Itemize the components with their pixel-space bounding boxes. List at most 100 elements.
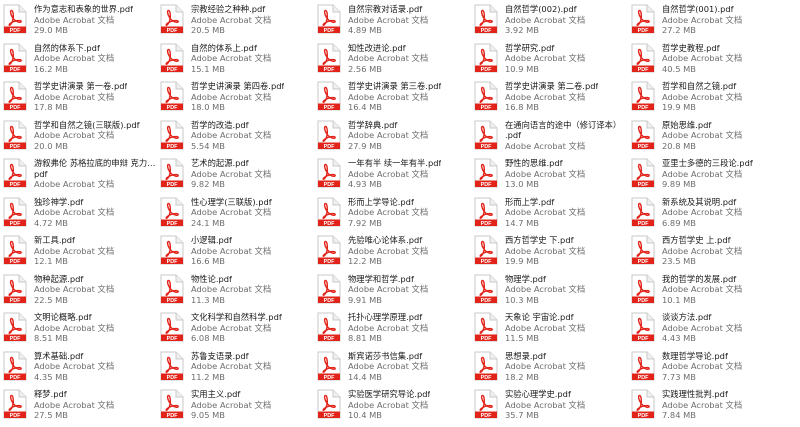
file-item[interactable]: PDF 实用主义.pdf Adobe Acrobat 文档 9.05 MB (159, 386, 316, 425)
file-item[interactable]: PDF 物理学.pdf Adobe Acrobat 文档 10.3 MB (473, 271, 630, 310)
svg-text:PDF: PDF (10, 375, 21, 381)
file-item[interactable]: PDF 知性改进论.pdf Adobe Acrobat 文档 2.56 MB (316, 40, 473, 79)
file-item[interactable]: PDF 苏鲁支语录.pdf Adobe Acrobat 文档 11.2 MB (159, 348, 316, 387)
file-item[interactable]: PDF 物理学和哲学.pdf Adobe Acrobat 文档 9.91 MB (316, 271, 473, 310)
file-item[interactable]: PDF 哲学史教程.pdf Adobe Acrobat 文档 40.5 MB (630, 40, 787, 79)
file-item[interactable]: PDF 实践理性批判.pdf Adobe Acrobat 文档 7.84 MB (630, 386, 787, 425)
svg-text:PDF: PDF (481, 221, 492, 227)
file-size: 10.9 MB (505, 63, 539, 74)
file-size: 14.7 MB (505, 217, 539, 228)
file-item[interactable]: PDF 哲学研究.pdf Adobe Acrobat 文档 10.9 MB (473, 40, 630, 79)
svg-text:PDF: PDF (167, 28, 178, 34)
file-item[interactable]: PDF 独珍神学.pdf Adobe Acrobat 文档 4.72 MB (2, 194, 159, 233)
file-size: 14.4 MB (348, 371, 382, 382)
file-item[interactable]: PDF 游叙弗伦 苏格拉底的申辩 克力同. pdf Adobe Acrobat … (2, 155, 159, 194)
file-item[interactable]: PDF 形而上学导论.pdf Adobe Acrobat 文档 7.92 MB (316, 194, 473, 233)
file-item[interactable]: PDF 思想录.pdf Adobe Acrobat 文档 18.2 MB (473, 348, 630, 387)
file-type: Adobe Acrobat 文档 (34, 245, 115, 256)
file-name-continued: .pdf (505, 130, 522, 140)
svg-text:PDF: PDF (10, 221, 21, 227)
file-name: 哲学史教程.pdf (662, 42, 720, 53)
file-name: 文化科学和自然科学.pdf (191, 312, 282, 322)
file-item[interactable]: PDF 自然的体系上.pdf Adobe Acrobat 文档 15.1 MB (159, 40, 316, 79)
file-size: 11.3 MB (191, 294, 225, 305)
file-meta: 亚里士多德的三段论.pdf Adobe Acrobat 文档 9.89 MB (662, 156, 753, 190)
file-item[interactable]: PDF 形而上学.pdf Adobe Acrobat 文档 14.7 MB (473, 194, 630, 233)
file-name: 先验唯心论体系.pdf (348, 235, 423, 245)
file-item[interactable]: PDF 一年有半 续一年有半.pdf Adobe Acrobat 文档 4.93… (316, 155, 473, 194)
file-meta: 思想录.pdf Adobe Acrobat 文档 18.2 MB (505, 349, 585, 383)
file-type: Adobe Acrobat 文档 (34, 322, 115, 333)
file-name: 实验心理学史.pdf (505, 389, 571, 399)
file-item[interactable]: PDF 释梦.pdf Adobe Acrobat 文档 27.5 MB (2, 386, 159, 425)
file-item[interactable]: PDF 我的哲学的发展.pdf Adobe Acrobat 文档 10.1 MB (630, 271, 787, 310)
file-item[interactable]: PDF 谈谈方法.pdf Adobe Acrobat 文档 4.43 MB (630, 309, 787, 348)
file-item[interactable]: PDF 斯宾诺莎书信集.pdf Adobe Acrobat 文档 14.4 MB (316, 348, 473, 387)
file-item[interactable]: PDF 实验医学研究导论.pdf Adobe Acrobat 文档 10.4 M… (316, 386, 473, 425)
pdf-file-icon: PDF (317, 389, 341, 421)
pdf-file-icon: PDF (3, 120, 27, 152)
file-item[interactable]: PDF 自然的体系下.pdf Adobe Acrobat 文档 16.2 MB (2, 40, 159, 79)
file-item[interactable]: PDF 新系统及其说明.pdf Adobe Acrobat 文档 6.89 MB (630, 194, 787, 233)
file-item[interactable]: PDF 宗教经验之种种.pdf Adobe Acrobat 文档 20.5 MB (159, 1, 316, 40)
file-item[interactable]: PDF 新工具.pdf Adobe Acrobat 文档 12.1 MB (2, 232, 159, 271)
file-item[interactable]: PDF 哲学的改造.pdf Adobe Acrobat 文档 5.54 MB (159, 117, 316, 156)
file-type: Adobe Acrobat 文档 (191, 168, 272, 179)
file-item[interactable]: PDF 西方哲学史 上.pdf Adobe Acrobat 文档 23.5 MB (630, 232, 787, 271)
file-item[interactable]: PDF 数理哲学导论.pdf Adobe Acrobat 文档 7.73 MB (630, 348, 787, 387)
file-item[interactable]: PDF 野性的思维.pdf Adobe Acrobat 文档 13.0 MB (473, 155, 630, 194)
svg-text:PDF: PDF (10, 259, 21, 265)
pdf-file-icon: PDF (3, 158, 27, 190)
file-item[interactable]: PDF 自然哲学(001).pdf Adobe Acrobat 文档 27.2 … (630, 1, 787, 40)
file-type: Adobe Acrobat 文档 (505, 14, 586, 25)
file-item[interactable]: PDF 哲学和自然之镜(三联版).pdf Adobe Acrobat 文档 20… (2, 117, 159, 156)
file-name: 我的哲学的发展.pdf (662, 273, 737, 284)
svg-text:PDF: PDF (10, 298, 21, 304)
file-item[interactable]: PDF 天象论 宇宙论.pdf Adobe Acrobat 文档 11.5 MB (473, 309, 630, 348)
file-size: 19.9 MB (662, 102, 696, 112)
file-item[interactable]: PDF 艺术的起源.pdf Adobe Acrobat 文档 9.82 MB (159, 155, 316, 194)
file-item[interactable]: PDF 实验心理学史.pdf Adobe Acrobat 文档 35.7 MB (473, 386, 630, 425)
file-item[interactable]: PDF 算术基础.pdf Adobe Acrobat 文档 4.35 MB (2, 348, 159, 387)
file-item[interactable]: PDF 原始思维.pdf Adobe Acrobat 文档 20.8 MB (630, 117, 787, 156)
file-item[interactable]: PDF 作为意志和表象的世界.pdf Adobe Acrobat 文档 29.0… (2, 1, 159, 40)
pdf-file-icon: PDF (317, 312, 341, 344)
file-item[interactable]: PDF 自然哲学(002).pdf Adobe Acrobat 文档 3.92 … (473, 1, 630, 40)
file-item[interactable]: PDF 自然宗教对话录.pdf Adobe Acrobat 文档 4.89 MB (316, 1, 473, 40)
file-item[interactable]: PDF 哲学史讲演录 第四卷.pdf Adobe Acrobat 文档 18.0… (159, 78, 316, 117)
file-item[interactable]: PDF 托扑心理学原理.pdf Adobe Acrobat 文档 8.81 MB (316, 309, 473, 348)
pdf-file-icon: PDF (317, 81, 341, 113)
file-item[interactable]: PDF 物性论.pdf Adobe Acrobat 文档 11.3 MB (159, 271, 316, 310)
pdf-file-icon: PDF (160, 274, 184, 306)
file-item[interactable]: PDF 文化科学和自然科学.pdf Adobe Acrobat 文档 6.08 … (159, 309, 316, 348)
file-name: 实验医学研究导论.pdf (348, 389, 431, 399)
file-name: 释梦.pdf (34, 389, 67, 399)
file-item[interactable]: PDF 哲学史讲演录 第三卷.pdf Adobe Acrobat 文档 16.4… (316, 78, 473, 117)
file-name: 哲学研究.pdf (505, 42, 555, 53)
pdf-file-icon: PDF (160, 197, 184, 229)
file-item[interactable]: PDF 哲学和自然之镜.pdf Adobe Acrobat 文档 19.9 MB (630, 78, 787, 117)
file-type: Adobe Acrobat 文档 (348, 130, 429, 140)
file-item[interactable]: PDF 西方哲学史 下.pdf Adobe Acrobat 文档 19.9 MB (473, 232, 630, 271)
file-item[interactable]: PDF 哲学史讲演录 第二卷.pdf Adobe Acrobat 文档 16.8… (473, 78, 630, 117)
file-item[interactable]: PDF 哲学辞典.pdf Adobe Acrobat 文档 27.9 MB (316, 117, 473, 156)
file-item[interactable]: PDF 在通向语言的途中（修订译本） .pdf Adobe Acrobat 文档 (473, 117, 630, 156)
pdf-file-icon: PDF (317, 351, 341, 383)
file-item[interactable]: PDF 小逻辑.pdf Adobe Acrobat 文档 16.6 MB (159, 232, 316, 271)
file-item[interactable]: PDF 哲学史讲演录 第一卷.pdf Adobe Acrobat 文档 17.8… (2, 78, 159, 117)
file-name: 性心理学(三联版).pdf (191, 196, 272, 207)
file-item[interactable]: PDF 文明论概略.pdf Adobe Acrobat 文档 8.51 MB (2, 309, 159, 348)
file-type: Adobe Acrobat 文档 (34, 179, 115, 189)
file-meta: 自然哲学(002).pdf Adobe Acrobat 文档 3.92 MB (505, 2, 585, 36)
pdf-file-icon: PDF (474, 389, 498, 421)
file-item[interactable]: PDF 物种起源.pdf Adobe Acrobat 文档 22.5 MB (2, 271, 159, 310)
file-item[interactable]: PDF 亚里士多德的三段论.pdf Adobe Acrobat 文档 9.89 … (630, 155, 787, 194)
file-size: 18.0 MB (191, 102, 225, 112)
pdf-file-icon: PDF (160, 312, 184, 344)
pdf-file-icon: PDF (317, 120, 341, 152)
pdf-file-icon: PDF (631, 4, 655, 36)
file-size: 27.2 MB (662, 25, 696, 35)
file-item[interactable]: PDF 先验唯心论体系.pdf Adobe Acrobat 文档 12.2 MB (316, 232, 473, 271)
file-meta: 苏鲁支语录.pdf Adobe Acrobat 文档 11.2 MB (191, 349, 271, 383)
file-item[interactable]: PDF 性心理学(三联版).pdf Adobe Acrobat 文档 24.1 … (159, 194, 316, 233)
